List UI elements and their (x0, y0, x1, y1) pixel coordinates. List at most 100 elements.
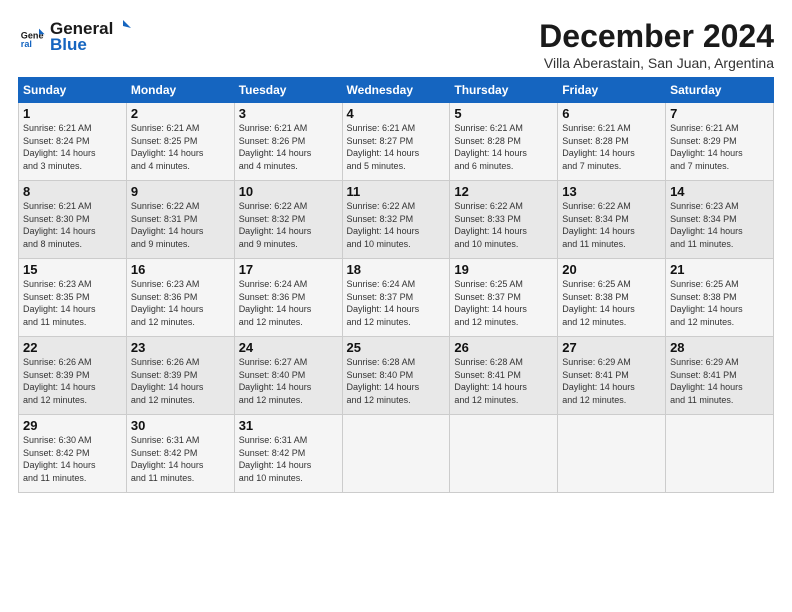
day-info: Sunrise: 6:25 AMSunset: 8:38 PMDaylight:… (670, 278, 769, 328)
day-info: Sunrise: 6:21 AMSunset: 8:24 PMDaylight:… (23, 122, 122, 172)
day-info: Sunrise: 6:22 AMSunset: 8:32 PMDaylight:… (347, 200, 446, 250)
day-info: Sunrise: 6:21 AMSunset: 8:25 PMDaylight:… (131, 122, 230, 172)
day-number: 20 (562, 262, 661, 277)
day-cell: 8Sunrise: 6:21 AMSunset: 8:30 PMDaylight… (19, 181, 127, 259)
col-header-saturday: Saturday (666, 78, 774, 103)
day-number: 23 (131, 340, 230, 355)
day-number: 26 (454, 340, 553, 355)
week-row-2: 8Sunrise: 6:21 AMSunset: 8:30 PMDaylight… (19, 181, 774, 259)
day-info: Sunrise: 6:24 AMSunset: 8:37 PMDaylight:… (347, 278, 446, 328)
day-cell: 11Sunrise: 6:22 AMSunset: 8:32 PMDayligh… (342, 181, 450, 259)
logo-icon: Gene ral (18, 23, 46, 51)
day-number: 6 (562, 106, 661, 121)
day-number: 14 (670, 184, 769, 199)
day-number: 17 (239, 262, 338, 277)
day-number: 13 (562, 184, 661, 199)
day-cell: 22Sunrise: 6:26 AMSunset: 8:39 PMDayligh… (19, 337, 127, 415)
week-row-4: 22Sunrise: 6:26 AMSunset: 8:39 PMDayligh… (19, 337, 774, 415)
day-cell (342, 415, 450, 493)
day-cell: 29Sunrise: 6:30 AMSunset: 8:42 PMDayligh… (19, 415, 127, 493)
day-number: 4 (347, 106, 446, 121)
day-info: Sunrise: 6:28 AMSunset: 8:40 PMDaylight:… (347, 356, 446, 406)
title-block: December 2024 Villa Aberastain, San Juan… (539, 18, 774, 71)
day-number: 10 (239, 184, 338, 199)
day-cell: 2Sunrise: 6:21 AMSunset: 8:25 PMDaylight… (126, 103, 234, 181)
svg-text:ral: ral (21, 38, 32, 48)
col-header-sunday: Sunday (19, 78, 127, 103)
day-cell: 28Sunrise: 6:29 AMSunset: 8:41 PMDayligh… (666, 337, 774, 415)
day-cell: 30Sunrise: 6:31 AMSunset: 8:42 PMDayligh… (126, 415, 234, 493)
day-info: Sunrise: 6:22 AMSunset: 8:34 PMDaylight:… (562, 200, 661, 250)
day-cell (450, 415, 558, 493)
day-info: Sunrise: 6:21 AMSunset: 8:26 PMDaylight:… (239, 122, 338, 172)
day-info: Sunrise: 6:21 AMSunset: 8:27 PMDaylight:… (347, 122, 446, 172)
day-number: 2 (131, 106, 230, 121)
day-number: 25 (347, 340, 446, 355)
day-info: Sunrise: 6:31 AMSunset: 8:42 PMDaylight:… (239, 434, 338, 484)
day-info: Sunrise: 6:25 AMSunset: 8:37 PMDaylight:… (454, 278, 553, 328)
day-info: Sunrise: 6:26 AMSunset: 8:39 PMDaylight:… (131, 356, 230, 406)
week-row-1: 1Sunrise: 6:21 AMSunset: 8:24 PMDaylight… (19, 103, 774, 181)
day-number: 11 (347, 184, 446, 199)
day-number: 3 (239, 106, 338, 121)
day-cell: 6Sunrise: 6:21 AMSunset: 8:28 PMDaylight… (558, 103, 666, 181)
day-number: 18 (347, 262, 446, 277)
week-row-3: 15Sunrise: 6:23 AMSunset: 8:35 PMDayligh… (19, 259, 774, 337)
day-cell: 5Sunrise: 6:21 AMSunset: 8:28 PMDaylight… (450, 103, 558, 181)
col-header-friday: Friday (558, 78, 666, 103)
day-cell: 15Sunrise: 6:23 AMSunset: 8:35 PMDayligh… (19, 259, 127, 337)
day-cell: 25Sunrise: 6:28 AMSunset: 8:40 PMDayligh… (342, 337, 450, 415)
day-info: Sunrise: 6:26 AMSunset: 8:39 PMDaylight:… (23, 356, 122, 406)
col-header-thursday: Thursday (450, 78, 558, 103)
logo: Gene ral General Blue (18, 18, 131, 55)
logo-bird-icon (115, 18, 131, 34)
day-info: Sunrise: 6:23 AMSunset: 8:36 PMDaylight:… (131, 278, 230, 328)
day-number: 28 (670, 340, 769, 355)
day-cell: 31Sunrise: 6:31 AMSunset: 8:42 PMDayligh… (234, 415, 342, 493)
day-number: 9 (131, 184, 230, 199)
day-info: Sunrise: 6:30 AMSunset: 8:42 PMDaylight:… (23, 434, 122, 484)
day-info: Sunrise: 6:21 AMSunset: 8:28 PMDaylight:… (454, 122, 553, 172)
day-number: 19 (454, 262, 553, 277)
day-cell: 21Sunrise: 6:25 AMSunset: 8:38 PMDayligh… (666, 259, 774, 337)
day-number: 5 (454, 106, 553, 121)
day-number: 29 (23, 418, 122, 433)
day-info: Sunrise: 6:21 AMSunset: 8:29 PMDaylight:… (670, 122, 769, 172)
day-number: 21 (670, 262, 769, 277)
day-number: 7 (670, 106, 769, 121)
col-header-monday: Monday (126, 78, 234, 103)
week-row-5: 29Sunrise: 6:30 AMSunset: 8:42 PMDayligh… (19, 415, 774, 493)
day-cell (666, 415, 774, 493)
day-cell: 18Sunrise: 6:24 AMSunset: 8:37 PMDayligh… (342, 259, 450, 337)
page: Gene ral General Blue December 2024 Vill… (0, 0, 792, 612)
day-number: 30 (131, 418, 230, 433)
day-info: Sunrise: 6:23 AMSunset: 8:34 PMDaylight:… (670, 200, 769, 250)
day-cell: 27Sunrise: 6:29 AMSunset: 8:41 PMDayligh… (558, 337, 666, 415)
subtitle: Villa Aberastain, San Juan, Argentina (539, 55, 774, 71)
day-cell: 16Sunrise: 6:23 AMSunset: 8:36 PMDayligh… (126, 259, 234, 337)
day-info: Sunrise: 6:31 AMSunset: 8:42 PMDaylight:… (131, 434, 230, 484)
day-cell: 23Sunrise: 6:26 AMSunset: 8:39 PMDayligh… (126, 337, 234, 415)
day-cell: 24Sunrise: 6:27 AMSunset: 8:40 PMDayligh… (234, 337, 342, 415)
day-info: Sunrise: 6:22 AMSunset: 8:32 PMDaylight:… (239, 200, 338, 250)
day-cell: 19Sunrise: 6:25 AMSunset: 8:37 PMDayligh… (450, 259, 558, 337)
day-info: Sunrise: 6:24 AMSunset: 8:36 PMDaylight:… (239, 278, 338, 328)
day-cell: 12Sunrise: 6:22 AMSunset: 8:33 PMDayligh… (450, 181, 558, 259)
day-number: 1 (23, 106, 122, 121)
day-info: Sunrise: 6:27 AMSunset: 8:40 PMDaylight:… (239, 356, 338, 406)
day-info: Sunrise: 6:22 AMSunset: 8:33 PMDaylight:… (454, 200, 553, 250)
calendar-table: SundayMondayTuesdayWednesdayThursdayFrid… (18, 77, 774, 493)
day-number: 24 (239, 340, 338, 355)
day-info: Sunrise: 6:23 AMSunset: 8:35 PMDaylight:… (23, 278, 122, 328)
day-number: 31 (239, 418, 338, 433)
day-number: 27 (562, 340, 661, 355)
day-cell: 1Sunrise: 6:21 AMSunset: 8:24 PMDaylight… (19, 103, 127, 181)
col-header-tuesday: Tuesday (234, 78, 342, 103)
day-cell: 26Sunrise: 6:28 AMSunset: 8:41 PMDayligh… (450, 337, 558, 415)
day-cell: 17Sunrise: 6:24 AMSunset: 8:36 PMDayligh… (234, 259, 342, 337)
day-number: 16 (131, 262, 230, 277)
day-info: Sunrise: 6:21 AMSunset: 8:30 PMDaylight:… (23, 200, 122, 250)
month-title: December 2024 (539, 18, 774, 55)
day-cell: 14Sunrise: 6:23 AMSunset: 8:34 PMDayligh… (666, 181, 774, 259)
day-info: Sunrise: 6:29 AMSunset: 8:41 PMDaylight:… (670, 356, 769, 406)
